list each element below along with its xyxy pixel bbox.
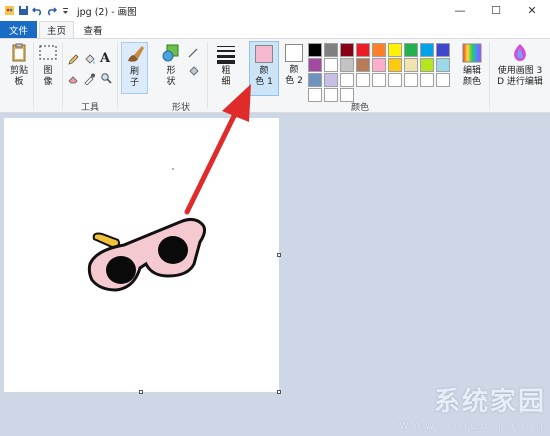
annotation-arrow (184, 84, 251, 215)
canvas-area: 系统家园 www.boledir.com (0, 84, 550, 436)
watermark-url: www.boledir.com (398, 418, 546, 432)
watermark-title: 系统家园 (433, 387, 546, 417)
watermark: 系统家园 www.boledir.com (399, 381, 546, 432)
